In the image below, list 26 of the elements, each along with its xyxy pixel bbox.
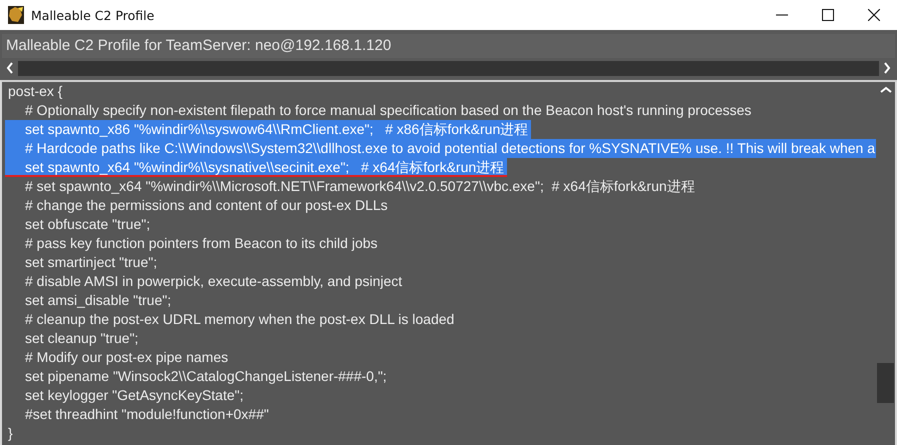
code-line: #set threadhint "module!function+0x##" (24, 405, 270, 424)
code-line: set smartinject "true"; (24, 253, 158, 272)
horizontal-scrollbar[interactable] (18, 60, 879, 76)
code-line: set keylogger "GetAsyncKeyState"; (24, 386, 244, 405)
scroll-left-icon[interactable] (6, 62, 14, 74)
scroll-up-icon[interactable] (880, 86, 892, 94)
code-line: # pass key function pointers from Beacon to its child jobs (24, 234, 379, 253)
code-line: # disable AMSI in powerpick, execute-assembly, and psinject (24, 272, 404, 291)
code-line: # set spawnto_x64 "%windir%\\Microsoft.NET\\Framework64\\v2.0.50727\\vbc.exe"; # x64信标fork&run进程 (24, 177, 696, 196)
scrollbar-thumb[interactable] (877, 363, 894, 403)
scroll-right-icon[interactable] (883, 62, 891, 74)
code-line: # Optionally specify non-existent filepath to force manual specification based on the Beacon host's running processes (24, 101, 752, 120)
code-line: set cleanup "true"; (24, 329, 140, 348)
code-line: set obfuscate "true"; (24, 215, 152, 234)
window-title: Malleable C2 Profile (31, 8, 154, 22)
code-line: set pipename "Winsock2\\CatalogChangeListener-###-0,"; (24, 367, 388, 386)
profile-header-label: Malleable C2 Profile for TeamServer: neo@192.168.1.120 (2, 34, 895, 58)
code-line: set amsi_disable "true"; (24, 291, 172, 310)
code-line: post-ex { (7, 82, 64, 101)
code-line: # Modify our post-ex pipe names (24, 348, 230, 367)
code-line: # cleanup the post-ex UDRL memory when the post-ex DLL is loaded (24, 310, 456, 329)
code-line: } (7, 424, 14, 443)
maximize-icon[interactable] (822, 9, 834, 21)
code-line: # change the permissions and content of our post-ex DLLs (24, 196, 389, 215)
close-icon[interactable] (868, 9, 880, 21)
app-icon (8, 6, 24, 24)
